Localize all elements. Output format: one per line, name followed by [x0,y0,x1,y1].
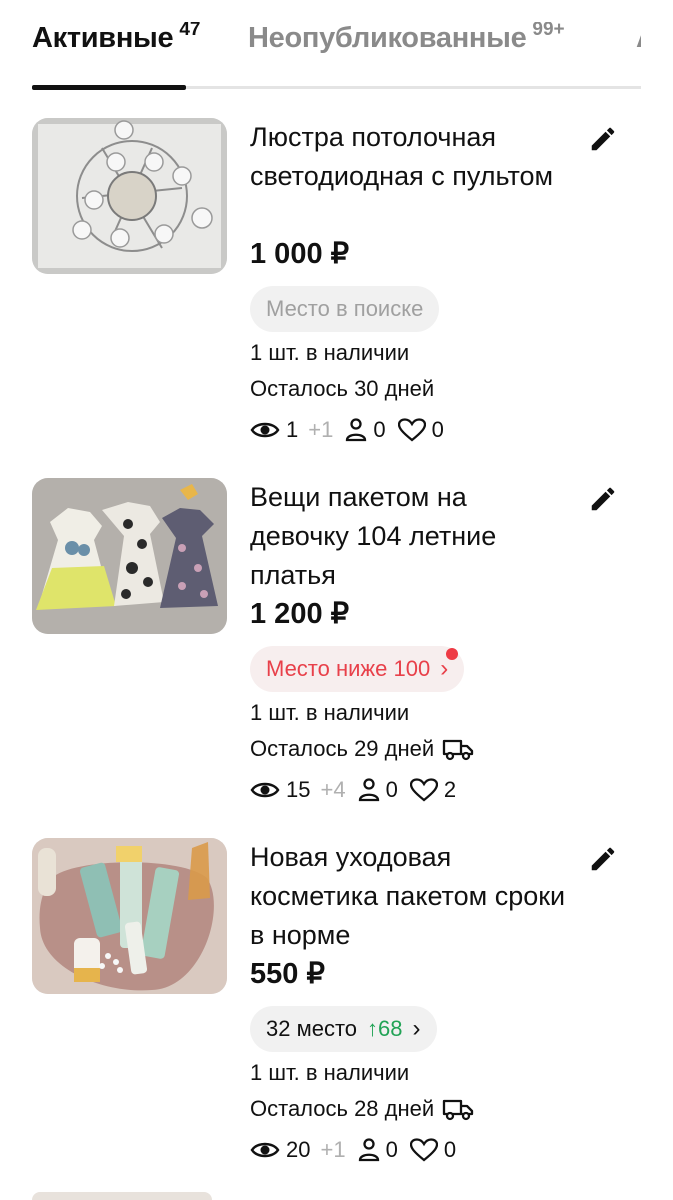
tab-bar: Активные 47 Неопубликованные 99+ А [32,22,641,92]
days-remaining: Осталось 30 дней [250,376,434,402]
views-delta: +1 [308,417,334,442]
eye-icon [250,1142,280,1158]
person-icon [358,1138,379,1162]
listing-price: 1 200 ₽ [250,598,350,630]
listing-card[interactable]: Люстра потолочная светодиодная с пультом… [0,118,673,478]
contacts-count: 0 [373,417,386,442]
search-position-pill[interactable]: Место в поиске [250,286,440,332]
chevron-right-icon: › [412,1015,421,1042]
listing-title[interactable]: Люстра потолочная светодиодная с пультом [250,118,570,196]
pill-label: Место ниже 100 [266,656,431,681]
person-icon [346,418,367,442]
listing-price: 550 ₽ [250,958,325,990]
pill-label: 32 место [266,1016,358,1041]
days-remaining: Осталось 28 дней [250,1096,474,1122]
pencil-icon[interactable] [588,844,618,874]
listing-card[interactable]: Вещи пакетом на девочку 104 летние плать… [0,478,673,838]
search-position-pill[interactable]: Место ниже 100 › [250,646,465,692]
days-remaining-text: Осталось 29 дней [250,736,435,761]
tab-archive[interactable]: А [636,22,641,55]
tab-active-label: Активные [32,22,174,54]
tab-active-count: 47 [179,22,201,40]
chandelier-photo[interactable] [32,118,227,274]
favorites-count: 0 [443,1137,457,1162]
tab-archive-label: А [636,22,641,54]
contacts-count: 0 [385,1137,398,1162]
days-remaining-text: Осталось 28 дней [250,1096,435,1121]
stock-text: 1 шт. в наличии [250,700,410,725]
stock-text: 1 шт. в наличии [250,340,410,365]
pill-label: Место в поиске [266,296,424,321]
heart-icon [409,1138,438,1162]
rank-change: ↑68 [367,1016,402,1042]
truck-icon [443,739,474,761]
stock-text: 1 шт. в наличии [250,1060,410,1085]
truck-icon [443,1099,474,1121]
dresses-photo[interactable] [32,478,227,634]
person-icon [358,778,379,802]
favorites-count: 2 [443,777,457,802]
listing-title[interactable]: Новая уходовая косметика пакетом сроки в… [250,838,570,955]
views-delta: +1 [320,1137,346,1162]
tab-unpublished[interactable]: Неопубликованные 99+ [248,22,565,55]
listing-price: 1 000 ₽ [250,238,350,270]
heart-icon [397,418,426,442]
tab-active[interactable]: Активные 47 [32,22,200,55]
search-position-pill[interactable]: 32 место ↑68 › [250,1006,437,1052]
listing-stats: 20 +1 0 0 [250,1135,456,1165]
days-remaining-text: Осталось 30 дней [250,376,435,401]
favorites-count: 0 [431,417,444,442]
days-remaining: Осталось 29 дней [250,736,474,762]
next-listing-thumbnail-edge [32,1192,212,1200]
tab-unpublished-label: Неопубликованные [248,22,527,54]
tab-unpublished-count: 99+ [532,22,565,40]
pencil-icon[interactable] [588,124,618,154]
listing-title[interactable]: Вещи пакетом на девочку 104 летние плать… [250,478,570,595]
views-count: 20 [286,1137,311,1162]
views-count: 1 [286,417,299,442]
chevron-right-icon: › [440,655,449,682]
notification-dot [446,648,459,660]
heart-icon [409,778,438,802]
contacts-count: 0 [385,777,398,802]
tab-active-indicator [32,85,186,90]
listing-stats: 15 +4 0 2 [250,775,456,805]
pencil-icon[interactable] [588,484,618,514]
eye-icon [250,422,280,438]
views-count: 15 [286,777,311,802]
cosmetics-photo[interactable] [32,838,227,994]
listing-card[interactable]: Новая уходовая косметика пакетом сроки в… [0,838,673,1198]
views-delta: +4 [320,777,346,802]
listing-stats: 1 +1 0 0 [250,415,444,445]
arrow-up-icon: ↑ [367,1016,379,1041]
eye-icon [250,782,280,798]
rank-change-value: 68 [378,1016,403,1041]
